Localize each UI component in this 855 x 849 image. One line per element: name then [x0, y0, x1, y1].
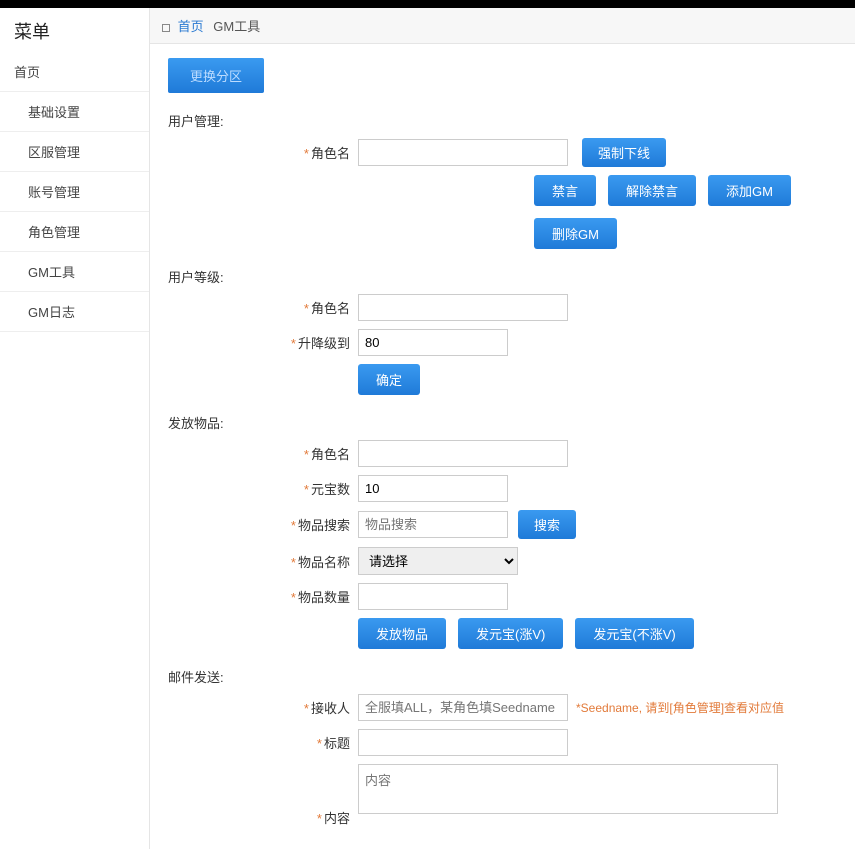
- label-recipient: *接收人: [168, 698, 358, 717]
- label-subject: *标题: [168, 733, 358, 752]
- label-item-name-text: 物品名称: [298, 555, 350, 570]
- label-role-name-3-text: 角色名: [311, 447, 350, 462]
- label-role-name-1-text: 角色名: [311, 146, 350, 161]
- input-role-name-1[interactable]: [358, 139, 568, 166]
- label-gold-text: 元宝数: [311, 482, 350, 497]
- unmute-button[interactable]: 解除禁言: [608, 175, 696, 206]
- change-zone-button[interactable]: 更换分区: [168, 58, 264, 93]
- mute-button[interactable]: 禁言: [534, 175, 596, 206]
- label-item-qty-text: 物品数量: [298, 590, 350, 605]
- label-level-to-text: 升降级到: [298, 336, 350, 351]
- breadcrumb-icon: [162, 24, 170, 32]
- label-item-qty: *物品数量: [168, 587, 358, 606]
- sidebar-title: 菜单: [0, 8, 149, 52]
- breadcrumb-home[interactable]: 首页: [178, 19, 204, 34]
- label-gold: *元宝数: [168, 479, 358, 498]
- input-recipient[interactable]: [358, 694, 568, 721]
- label-item-search-text: 物品搜索: [298, 518, 350, 533]
- label-role-name-1: *角色名: [168, 143, 358, 162]
- label-recipient-text: 接收人: [311, 701, 350, 716]
- menu-item-zone-mgmt[interactable]: 区服管理: [0, 132, 149, 172]
- section-give-item-title: 发放物品:: [168, 413, 837, 432]
- menu-item-gm-log[interactable]: GM日志: [0, 292, 149, 332]
- confirm-level-button[interactable]: 确定: [358, 364, 420, 395]
- input-subject[interactable]: [358, 729, 568, 756]
- input-gold[interactable]: [358, 475, 508, 502]
- label-level-to: *升降级到: [168, 333, 358, 352]
- breadcrumb-current: GM工具: [213, 19, 260, 34]
- input-item-search[interactable]: [358, 511, 508, 538]
- label-content-text: 内容: [324, 811, 350, 826]
- menu-item-basic-settings[interactable]: 基础设置: [0, 92, 149, 132]
- select-item-name[interactable]: 请选择: [358, 547, 518, 575]
- send-item-button[interactable]: 发放物品: [358, 618, 446, 649]
- remove-gm-button[interactable]: 删除GM: [534, 218, 617, 249]
- section-user-level-title: 用户等级:: [168, 267, 837, 286]
- label-item-search: *物品搜索: [168, 515, 358, 534]
- menu-item-gm-tools[interactable]: GM工具: [0, 252, 149, 292]
- recipient-help: *Seedname, 请到[角色管理]查看对应值: [576, 699, 784, 716]
- top-bar: [0, 0, 855, 8]
- menu-item-account-mgmt[interactable]: 账号管理: [0, 172, 149, 212]
- label-subject-text: 标题: [324, 736, 350, 751]
- breadcrumb: 首页 GM工具: [150, 8, 855, 44]
- textarea-content[interactable]: [358, 764, 778, 814]
- sidebar: 菜单 首页 基础设置 区服管理 账号管理 角色管理 GM工具 GM日志: [0, 8, 150, 849]
- add-gm-button[interactable]: 添加GM: [708, 175, 791, 206]
- label-role-name-2: *角色名: [168, 298, 358, 317]
- label-role-name-2-text: 角色名: [311, 301, 350, 316]
- section-user-mgmt-title: 用户管理:: [168, 111, 837, 130]
- input-role-name-2[interactable]: [358, 294, 568, 321]
- search-item-button[interactable]: 搜索: [518, 510, 576, 539]
- label-role-name-3: *角色名: [168, 444, 358, 463]
- section-mail-title: 邮件发送:: [168, 667, 837, 686]
- input-level-to[interactable]: [358, 329, 508, 356]
- menu-item-role-mgmt[interactable]: 角色管理: [0, 212, 149, 252]
- send-gold-v-button[interactable]: 发元宝(涨V): [458, 618, 563, 649]
- force-offline-button[interactable]: 强制下线: [582, 138, 666, 167]
- label-content: *内容: [168, 764, 358, 827]
- input-role-name-3[interactable]: [358, 440, 568, 467]
- menu-item-home[interactable]: 首页: [0, 52, 149, 92]
- main: 首页 GM工具 更换分区 用户管理: *角色名 强制下线 禁言 解除禁言 添加G…: [150, 8, 855, 849]
- input-item-qty[interactable]: [358, 583, 508, 610]
- label-item-name: *物品名称: [168, 552, 358, 571]
- send-gold-nov-button[interactable]: 发元宝(不涨V): [575, 618, 693, 649]
